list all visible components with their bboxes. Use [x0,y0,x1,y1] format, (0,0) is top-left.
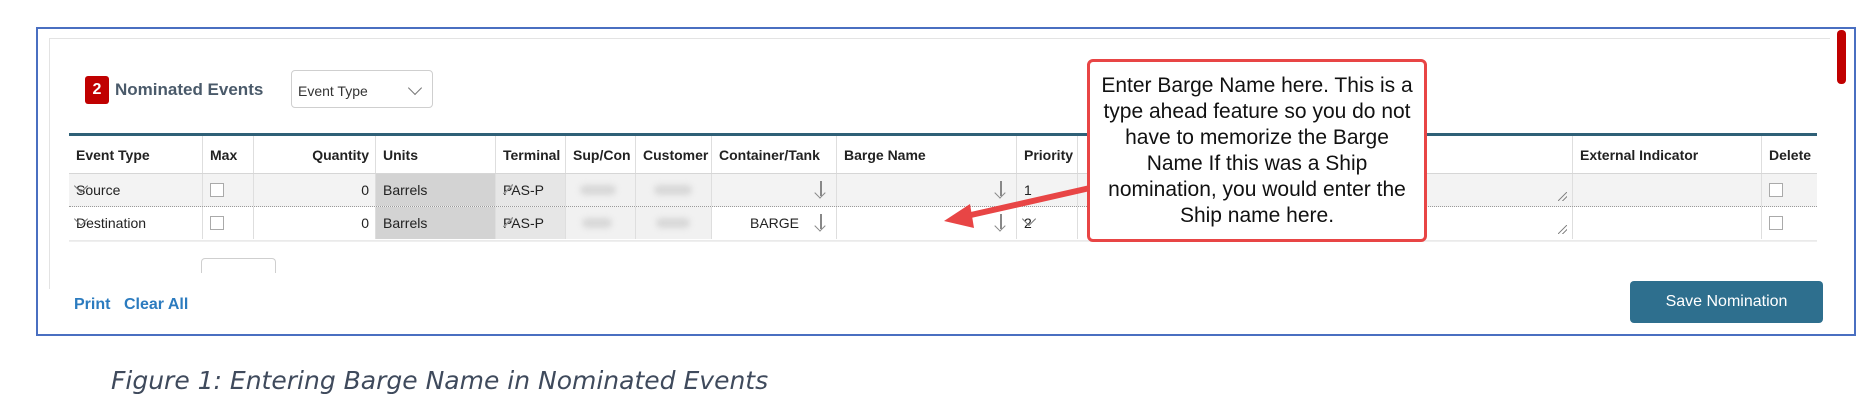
count-badge: 2 [85,76,109,104]
page-size-select[interactable] [201,258,276,273]
edit-icon [503,217,513,227]
max-cell [203,207,254,239]
delete-checkbox[interactable] [1769,216,1783,230]
redacted-value [580,185,616,195]
print-link[interactable]: Print [74,296,110,314]
external-indicator-field[interactable] [1573,174,1762,206]
customer-field[interactable] [636,174,712,206]
container-tank-input[interactable]: BARGE [712,207,837,239]
redacted-value [654,185,692,195]
edit-icon [503,184,513,194]
callout-text: Enter Barge Name here. This is a type ah… [1101,73,1413,227]
max-checkbox[interactable] [210,183,224,197]
figure-caption: Figure 1: Entering Barge Name in Nominat… [111,366,769,395]
redacted-value [582,218,612,228]
callout-arrow [944,185,1093,228]
redacted-value [656,218,690,228]
max-cell [203,174,254,206]
col-header-sup-con[interactable]: Sup/Con [566,136,636,173]
col-header-customer[interactable]: Customer [636,136,712,173]
col-header-max[interactable]: Max [203,136,254,173]
delete-cell [1762,174,1817,206]
event-type-filter-select[interactable]: Event Type [291,70,433,108]
quantity-input[interactable]: 0 [254,207,376,239]
clear-all-link[interactable]: Clear All [124,296,188,314]
sup-con-field[interactable] [566,207,636,239]
col-header-container-tank[interactable]: Container/Tank [712,136,837,173]
col-header-event-type[interactable]: Event Type [69,136,203,173]
customer-field[interactable] [636,207,712,239]
col-header-priority[interactable]: Priority [1017,136,1078,173]
max-checkbox[interactable] [210,216,224,230]
section-title: Nominated Events [115,80,264,99]
down-arrow-icon [814,180,828,198]
down-arrow-icon [814,213,828,231]
delete-cell [1762,207,1817,239]
table-bottom-shadow [69,240,1817,242]
table-header-row: Event Type Max Quantity Units Terminal S… [69,136,1817,174]
resize-grip-icon[interactable] [1558,225,1567,234]
col-header-external-indicator[interactable]: External Indicator [1573,136,1762,173]
quantity-input[interactable]: 0 [254,174,376,206]
units-field: Barrels [376,174,496,206]
event-type-select[interactable]: Destination [69,207,203,239]
save-nomination-button[interactable]: Save Nomination [1630,281,1823,323]
col-header-terminal[interactable]: Terminal [496,136,566,173]
units-field: Barrels [376,207,496,239]
terminal-field[interactable]: PAS-P [496,207,566,239]
col-header-barge-name[interactable]: Barge Name [837,136,1017,173]
instruction-callout: Enter Barge Name here. This is a type ah… [1087,59,1427,242]
terminal-field[interactable]: PAS-P [496,174,566,206]
col-header-delete[interactable]: Delete [1762,136,1817,173]
event-type-filter-value: Event Type [298,83,368,99]
container-tank-input[interactable] [712,174,837,206]
chevron-down-icon [407,80,423,96]
resize-grip-icon[interactable] [1558,192,1567,201]
scrollbar-thumb[interactable] [1837,30,1846,84]
event-type-select[interactable]: Source [69,174,203,206]
col-header-quantity[interactable]: Quantity [254,136,376,173]
sup-con-field[interactable] [566,174,636,206]
delete-checkbox[interactable] [1769,183,1783,197]
col-header-units[interactable]: Units [376,136,496,173]
external-indicator-field[interactable] [1573,207,1762,239]
section-header: 2 Nominated Events [85,72,263,108]
